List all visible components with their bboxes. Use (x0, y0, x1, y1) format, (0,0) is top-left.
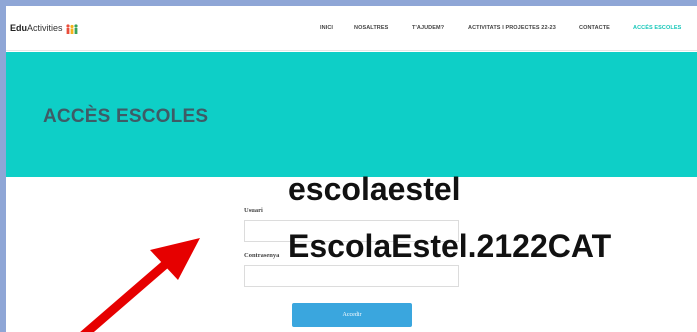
login-button[interactable]: Accedir (292, 303, 412, 327)
hero-banner: ACCÈS ESCOLES (6, 52, 697, 177)
page-title: ACCÈS ESCOLES (43, 106, 209, 127)
nav-acces-escoles[interactable]: ACCÉS ESCOLES (633, 25, 681, 31)
password-input[interactable] (244, 265, 459, 287)
user-label: Usuari (244, 207, 263, 214)
password-label: Contrasenya (244, 252, 280, 259)
nav-activitats[interactable]: ACTIVITATS I PROJECTES 22-23 (468, 25, 556, 31)
nav-inici[interactable]: INICI (320, 25, 333, 31)
site-header: EduActivities INICI NOSALTRES T'AJUDEM? … (6, 6, 697, 51)
browser-page: EduActivities INICI NOSALTRES T'AJUDEM? … (6, 6, 697, 332)
nav-contacte[interactable]: CONTACTE (579, 25, 610, 31)
password-annotation: EscolaEstel.2122CAT (288, 228, 612, 264)
username-annotation: escolaestel (288, 171, 461, 207)
main-nav: INICI NOSALTRES T'AJUDEM? ACTIVITATS I P… (6, 25, 697, 35)
nav-tajudem[interactable]: T'AJUDEM? (412, 25, 444, 31)
nav-nosaltres[interactable]: NOSALTRES (354, 25, 388, 31)
